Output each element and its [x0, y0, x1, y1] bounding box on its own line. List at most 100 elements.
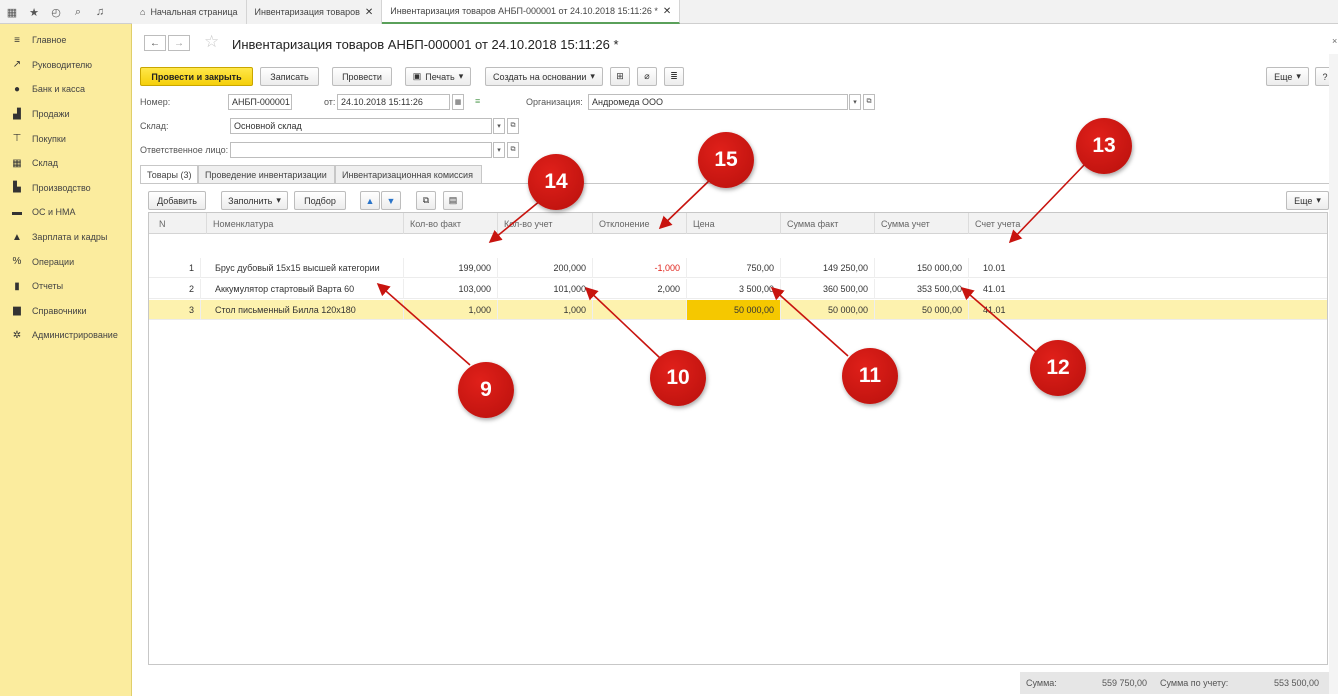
- chevron-down-icon[interactable]: ▾: [493, 118, 505, 134]
- cell-price-active[interactable]: 50 000,00: [687, 300, 781, 320]
- column-header-deviation[interactable]: Отклонение: [593, 213, 687, 234]
- tab-inventory-commission[interactable]: Инвентаризационная комиссия: [335, 165, 482, 183]
- cell-sum-acc[interactable]: 50 000,00: [875, 300, 969, 320]
- column-header-name[interactable]: Номенклатура: [207, 213, 404, 234]
- cell-sum-acc[interactable]: 353 500,00: [875, 279, 969, 299]
- table-row[interactable]: 1 Брус дубовый 15x15 высшей категории 19…: [149, 258, 1327, 278]
- date-settings-icon[interactable]: ≡: [475, 96, 480, 106]
- organization-field[interactable]: Андромеда ООО: [588, 94, 848, 110]
- number-field[interactable]: АНБП-000001: [228, 94, 292, 110]
- chevron-down-icon: ▾: [590, 71, 595, 81]
- grid-menu-icon[interactable]: ▦: [6, 6, 18, 19]
- cell-account[interactable]: 41.01: [975, 300, 1327, 320]
- post-button[interactable]: Провести: [332, 67, 392, 86]
- cell-sum-fact[interactable]: 360 500,00: [781, 279, 875, 299]
- cell-deviation[interactable]: -1,000: [593, 258, 687, 278]
- cell-sum-fact[interactable]: 50 000,00: [781, 300, 875, 320]
- page-title: Инвентаризация товаров АНБП-000001 от 24…: [232, 37, 619, 52]
- sidebar-item-admin[interactable]: ✲ Администрирование: [0, 323, 131, 348]
- open-link-icon[interactable]: ⧉: [863, 94, 875, 110]
- column-header-qty-acc[interactable]: Кол-во учет: [498, 213, 593, 234]
- forward-button[interactable]: →: [168, 35, 190, 51]
- cell-deviation[interactable]: [593, 300, 687, 320]
- warehouse-field[interactable]: Основной склад: [230, 118, 492, 134]
- sidebar-item-bank[interactable]: ● Банк и касса: [0, 77, 131, 102]
- close-icon[interactable]: ✕: [365, 7, 373, 18]
- cell-sum-fact[interactable]: 149 250,00: [781, 258, 875, 278]
- table-more-button[interactable]: Еще ▾: [1286, 191, 1329, 210]
- cell-name[interactable]: Аккумулятор стартовый Варта 60: [207, 279, 404, 299]
- history-icon[interactable]: ◴: [50, 6, 62, 19]
- sidebar-item-warehouse[interactable]: ▦ Склад: [0, 151, 131, 176]
- sidebar-item-main[interactable]: ≡ Главное: [0, 28, 131, 53]
- cell-name[interactable]: Брус дубовый 15x15 высшей категории: [207, 258, 404, 278]
- delete-row-button[interactable]: ▤: [443, 191, 463, 210]
- tab-inventory-list[interactable]: Инвентаризация товаров ✕: [246, 0, 383, 24]
- sidebar-item-operations[interactable]: % Операции: [0, 249, 131, 274]
- move-up-button[interactable]: ▲: [360, 191, 380, 210]
- structure-button[interactable]: ⊞: [610, 67, 630, 86]
- select-items-button[interactable]: Подбор: [294, 191, 346, 210]
- copy-row-button[interactable]: ⧉: [416, 191, 436, 210]
- tab-home[interactable]: ⌂ Начальная страница: [132, 0, 247, 24]
- sidebar-item-production[interactable]: ▙ Производство: [0, 176, 131, 201]
- cell-price[interactable]: 3 500,00: [687, 279, 781, 299]
- close-icon[interactable]: ✕: [663, 6, 671, 17]
- attach-button[interactable]: ⌀: [637, 67, 657, 86]
- chevron-down-icon[interactable]: ▾: [849, 94, 861, 110]
- column-header-sum-fact[interactable]: Сумма факт: [781, 213, 875, 234]
- sidebar-item-salary[interactable]: ▲ Зарплата и кадры: [0, 225, 131, 250]
- column-header-qty-fact[interactable]: Кол-во факт: [404, 213, 498, 234]
- cell-name[interactable]: Стол письменный Билла 120x180: [207, 300, 404, 320]
- chevron-down-icon[interactable]: ▾: [493, 142, 505, 158]
- fill-button[interactable]: Заполнить ▾: [221, 191, 288, 210]
- table-row[interactable]: 2 Аккумулятор стартовый Варта 60 103,000…: [149, 279, 1327, 299]
- cell-account[interactable]: 10.01: [975, 258, 1327, 278]
- open-link-icon[interactable]: ⧉: [507, 118, 519, 134]
- sidebar-item-purchases[interactable]: ⊤ Покупки: [0, 126, 131, 151]
- add-row-button[interactable]: Добавить: [148, 191, 206, 210]
- cell-qty-acc[interactable]: 1,000: [498, 300, 593, 320]
- column-header-n[interactable]: N: [149, 213, 207, 234]
- cell-qty-fact[interactable]: 199,000: [404, 258, 498, 278]
- cell-qty-fact[interactable]: 1,000: [404, 300, 498, 320]
- close-form-icon[interactable]: ×: [1332, 36, 1337, 46]
- cell-deviation[interactable]: 2,000: [593, 279, 687, 299]
- sidebar-item-assets[interactable]: ▬ ОС и НМА: [0, 200, 131, 225]
- column-header-account[interactable]: Счет учета: [969, 213, 1327, 234]
- sidebar-item-sales[interactable]: ▟ Продажи: [0, 102, 131, 127]
- back-button[interactable]: ←: [144, 35, 166, 51]
- top-icons: ▦ ★ ◴ ⌕ ♫: [0, 0, 132, 24]
- more-button[interactable]: Еще ▾: [1266, 67, 1309, 86]
- scrollbar[interactable]: [1329, 54, 1338, 694]
- table-row-selected[interactable]: 3 Стол письменный Билла 120x180 1,000 1,…: [149, 300, 1327, 320]
- sidebar-item-manager[interactable]: ↗ Руководителю: [0, 53, 131, 78]
- list-button[interactable]: ≣: [664, 67, 684, 86]
- cell-account[interactable]: 41.01: [975, 279, 1327, 299]
- move-down-button[interactable]: ▼: [381, 191, 401, 210]
- column-header-price[interactable]: Цена: [687, 213, 781, 234]
- sidebar-item-reports[interactable]: ▮ Отчеты: [0, 274, 131, 299]
- column-header-sum-acc[interactable]: Сумма учет: [875, 213, 969, 234]
- create-based-on-button[interactable]: Создать на основании ▾: [485, 67, 603, 86]
- responsible-field[interactable]: [230, 142, 492, 158]
- tab-inventory-document[interactable]: Инвентаризация товаров АНБП-000001 от 24…: [382, 0, 681, 24]
- bell-icon[interactable]: ♫: [94, 6, 106, 18]
- save-button[interactable]: Записать: [260, 67, 319, 86]
- date-field[interactable]: 24.10.2018 15:11:26: [337, 94, 450, 110]
- post-and-close-button[interactable]: Провести и закрыть: [140, 67, 253, 86]
- cell-sum-acc[interactable]: 150 000,00: [875, 258, 969, 278]
- star-icon[interactable]: ★: [28, 6, 40, 19]
- cell-price[interactable]: 750,00: [687, 258, 781, 278]
- cell-qty-fact[interactable]: 103,000: [404, 279, 498, 299]
- print-button[interactable]: ▣ Печать ▾: [405, 67, 471, 86]
- sidebar-item-catalogs[interactable]: ▆ Справочники: [0, 299, 131, 324]
- cell-qty-acc[interactable]: 200,000: [498, 258, 593, 278]
- open-link-icon[interactable]: ⧉: [507, 142, 519, 158]
- tab-goods[interactable]: Товары (3): [140, 165, 198, 184]
- cell-qty-acc[interactable]: 101,000: [498, 279, 593, 299]
- search-icon[interactable]: ⌕: [72, 6, 84, 19]
- tab-inventory-conduct[interactable]: Проведение инвентаризации: [198, 165, 335, 183]
- calendar-icon[interactable]: ▦: [452, 94, 464, 110]
- favorite-star-icon[interactable]: ☆: [204, 32, 219, 52]
